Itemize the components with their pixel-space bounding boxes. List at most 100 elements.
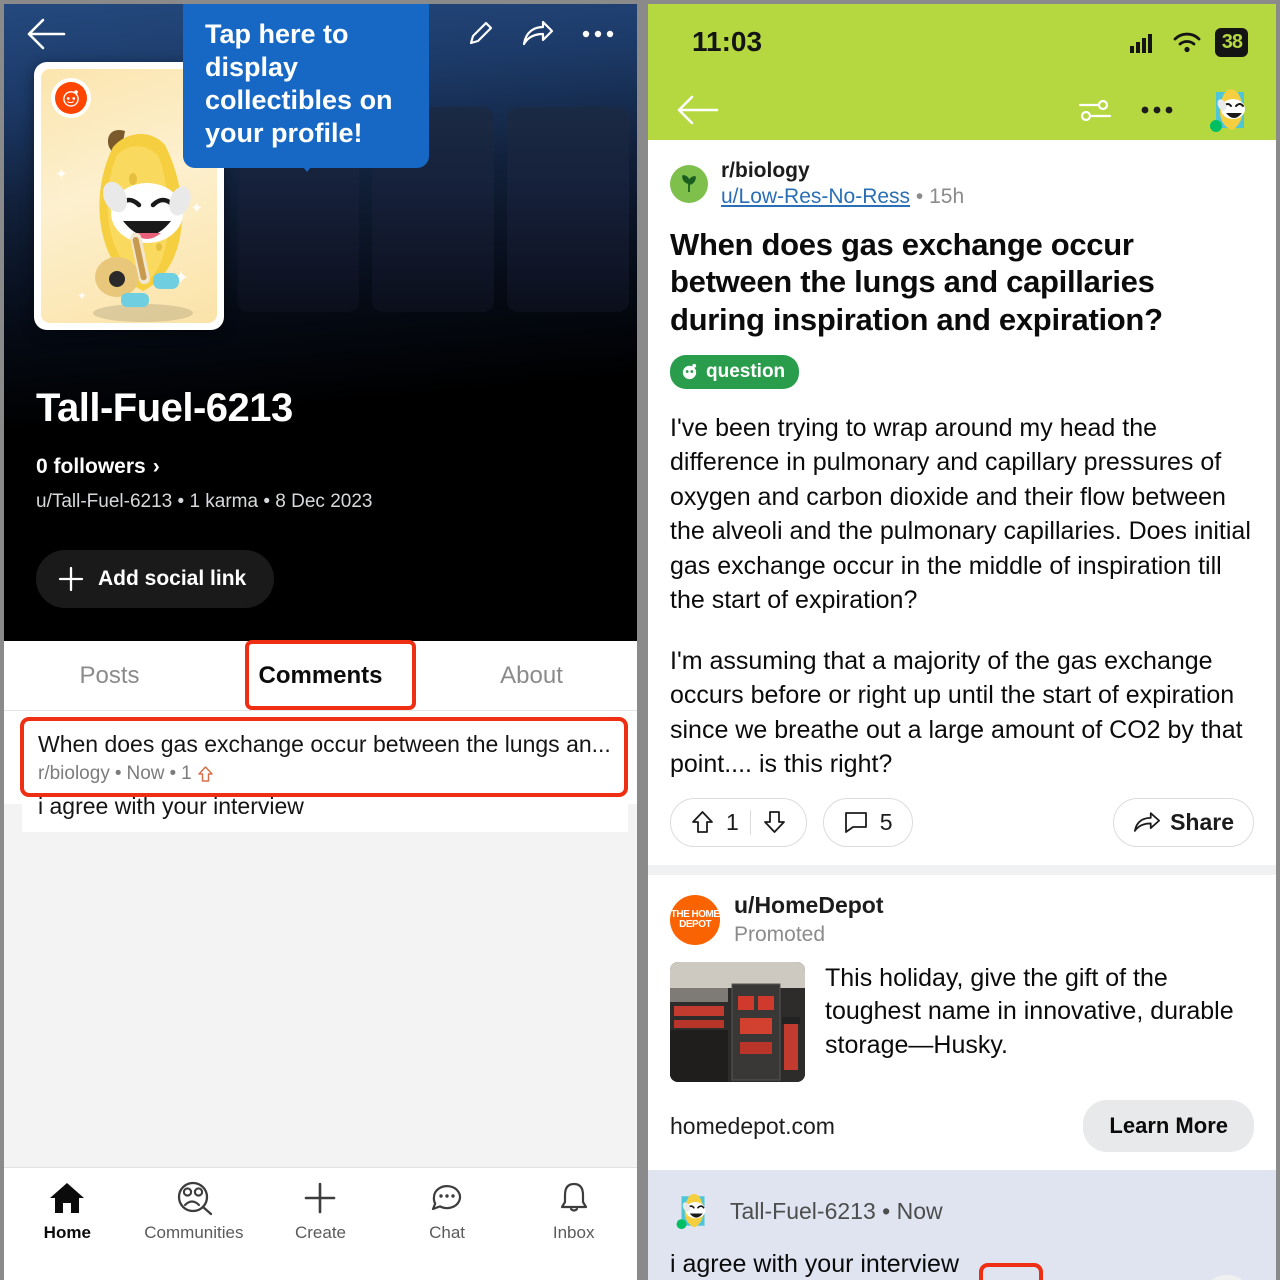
- post-flair[interactable]: question: [670, 354, 800, 389]
- user-avatar[interactable]: [1202, 82, 1258, 138]
- tooltip-tail: [294, 156, 320, 172]
- plus-icon: [58, 566, 84, 592]
- nav-label-communities: Communities: [144, 1223, 244, 1242]
- status-indicators: 38: [1129, 27, 1248, 57]
- learn-more-button[interactable]: Learn More: [1083, 1100, 1254, 1153]
- post-body: I've been trying to wrap around my head …: [670, 411, 1254, 782]
- comment-post-title: When does gas exchange occur between the…: [38, 731, 611, 757]
- share-label: Share: [1170, 808, 1234, 835]
- comment-avatar[interactable]: [670, 1188, 716, 1234]
- plus-icon: [305, 1182, 336, 1214]
- tab-posts[interactable]: Posts: [4, 662, 215, 690]
- meta-dot: •: [915, 185, 924, 209]
- vote-count: 1: [726, 808, 739, 835]
- nav-label-home: Home: [43, 1223, 91, 1242]
- bell-icon: [560, 1182, 587, 1212]
- sort-icon[interactable]: [1078, 96, 1112, 124]
- more-dots-icon[interactable]: [1140, 105, 1174, 115]
- reddit-logo-icon: [51, 78, 91, 118]
- ad-promoted-label: Promoted: [734, 922, 826, 946]
- wifi-icon: [1173, 32, 1201, 53]
- post-header: r/biology u/Low-Res-No-Ress • 15h: [670, 158, 1254, 211]
- nav-label-chat: Chat: [429, 1223, 466, 1242]
- comment-count: 5: [879, 808, 893, 835]
- tab-about[interactable]: About: [426, 662, 637, 690]
- post-author-line: u/Low-Res-No-Ress • 15h: [721, 184, 964, 210]
- profile-karma-line: u/Tall-Fuel-6213 • 1 karma • 8 Dec 2023: [36, 491, 373, 512]
- comment-collapse-button[interactable]: [1200, 1275, 1254, 1280]
- collectibles-tooltip[interactable]: Tap here to display collectibles on your…: [183, 4, 429, 168]
- nav-item-chat[interactable]: Chat: [384, 1180, 511, 1243]
- comment-item: Tall-Fuel-6213 • Now i agree with your i…: [648, 1170, 1276, 1280]
- share-button[interactable]: Share: [1113, 797, 1254, 847]
- back-arrow-icon[interactable]: [676, 93, 720, 127]
- post-title: When does gas exchange occur between the…: [670, 226, 1163, 338]
- ad-content: This holiday, give the gift of the tough…: [670, 962, 1254, 1083]
- post-paragraph: I'm assuming that a majority of the gas …: [670, 646, 1243, 779]
- profile-hero: ✦ ✦ ✦ ✦ Tap here to display collectibles…: [4, 4, 637, 641]
- upvote-arrow-icon: [197, 766, 213, 782]
- profile-screen: ✦ ✦ ✦ ✦ Tap here to display collectibles…: [4, 4, 637, 1280]
- post: r/biology u/Low-Res-No-Ress • 15h When d…: [648, 140, 1276, 782]
- nav-item-inbox[interactable]: Inbox: [510, 1180, 637, 1243]
- post-flair-label: question: [706, 360, 786, 382]
- collectible-slot-empty[interactable]: [507, 107, 629, 312]
- edit-pencil-icon[interactable]: [465, 19, 495, 49]
- promoted-ad[interactable]: THE HOME DEPOT u/HomeDepot Promoted This…: [648, 875, 1276, 1170]
- ad-text: This holiday, give the gift of the tough…: [825, 964, 1234, 1059]
- share-arrow-icon[interactable]: [521, 19, 555, 49]
- home-icon: [50, 1183, 85, 1213]
- share-arrow-icon: [1134, 812, 1161, 832]
- chat-icon: [431, 1185, 462, 1211]
- nav-item-home[interactable]: Home: [4, 1180, 131, 1243]
- comment-meta: r/biology • Now • 1: [38, 763, 614, 785]
- comment-meta: Tall-Fuel-6213 • Now: [730, 1198, 943, 1225]
- battery-level: 38: [1221, 30, 1243, 53]
- section-divider: [648, 864, 1276, 875]
- battery-indicator: 38: [1214, 27, 1248, 57]
- phone-status-bar: 11:03 38: [648, 4, 1276, 80]
- post-paragraph: I've been trying to wrap around my head …: [670, 413, 1251, 615]
- ad-url[interactable]: homedepot.com: [670, 1113, 835, 1140]
- subreddit-avatar[interactable]: [670, 165, 708, 204]
- ad-thumbnail[interactable]: [670, 962, 805, 1083]
- add-social-link-label: Add social link: [98, 567, 247, 590]
- followers-link[interactable]: 0 followers ›: [36, 455, 617, 479]
- comments-pill[interactable]: 5: [822, 797, 913, 847]
- nav-item-communities[interactable]: Communities: [131, 1180, 258, 1243]
- nav-label-create: Create: [294, 1223, 346, 1242]
- comment-header: Tall-Fuel-6213 • Now: [670, 1188, 1254, 1234]
- post-author-link[interactable]: u/Low-Res-No-Ress: [721, 185, 910, 208]
- flair-icon: [682, 364, 697, 380]
- add-social-link-button[interactable]: Add social link: [36, 550, 275, 608]
- vote-pill[interactable]: 1: [670, 797, 807, 847]
- meta-dot: •: [882, 1197, 891, 1224]
- back-arrow-icon[interactable]: [26, 17, 66, 51]
- upvote-icon: [692, 811, 713, 834]
- comment-text: i agree with your interview: [38, 793, 304, 819]
- comment-time: Now: [896, 1197, 943, 1224]
- tab-comments[interactable]: Comments: [215, 662, 426, 690]
- communities-icon: [177, 1181, 213, 1216]
- chevron-right-icon: ›: [152, 455, 160, 478]
- post-detail-screen: 11:03 38 r/biology u/Low-Res-No-Ress • 1…: [648, 4, 1276, 1280]
- ad-footer: homedepot.com Learn More: [670, 1100, 1254, 1153]
- subreddit-name[interactable]: r/biology: [721, 158, 964, 184]
- vote-divider: [749, 809, 751, 835]
- comment-author[interactable]: Tall-Fuel-6213: [730, 1198, 876, 1224]
- home-depot-logo-text: THE HOME DEPOT: [670, 908, 720, 930]
- more-dots-icon[interactable]: [581, 29, 615, 39]
- comment-subreddit: r/biology: [38, 763, 110, 784]
- profile-tabs: Posts Comments About: [4, 641, 637, 711]
- comment-time: Now: [126, 763, 165, 784]
- profile-meta: Tall-Fuel-6213 0 followers › u/Tall-Fuel…: [36, 386, 617, 608]
- comment-bubble-icon: [844, 812, 867, 834]
- profile-comment-item[interactable]: When does gas exchange occur between the…: [22, 719, 628, 832]
- nav-item-create[interactable]: Create: [257, 1180, 384, 1243]
- cellular-signal-icon: [1129, 34, 1152, 53]
- ad-header: THE HOME DEPOT u/HomeDepot Promoted: [659, 884, 1254, 955]
- ad-advertiser[interactable]: u/HomeDepot: [734, 891, 884, 921]
- post-age: 15h: [929, 185, 965, 209]
- bottom-navigation: Home Communities Create Chat Inbox: [4, 1167, 637, 1280]
- meta-dot: •: [114, 763, 122, 784]
